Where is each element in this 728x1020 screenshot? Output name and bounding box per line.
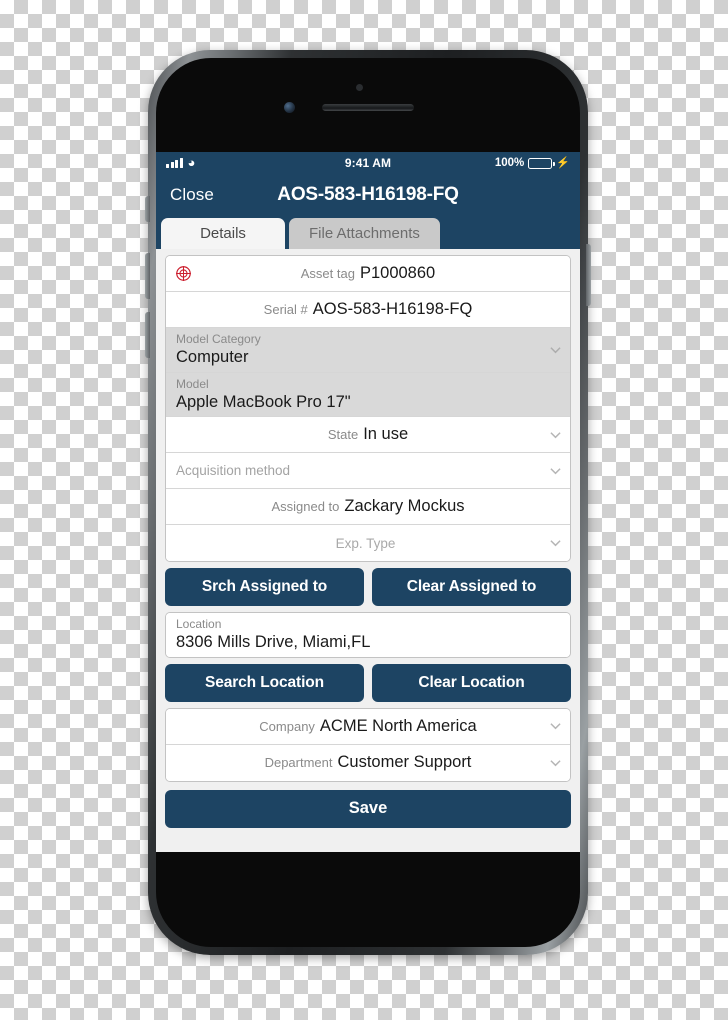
lightning-bolt-icon: ⚡ [556,156,570,169]
location-field-group: Location 8306 Mills Drive, Miami,FL [165,612,571,658]
department-label: Department [264,755,333,771]
battery-percent-label: 100% [494,157,525,169]
organization-field-group: Company ACME North America Department Cu… [165,707,571,782]
model-category-label: Model Category [176,332,261,346]
model-label: Model [176,376,209,391]
state-value: In use [363,425,409,444]
assigned-to-row[interactable]: Assigned to Zackary Mockus [166,489,570,526]
company-value: ACME North America [319,716,477,735]
close-button[interactable]: Close [170,185,214,205]
tab-details[interactable]: Details [161,218,285,249]
volume-down-button[interactable] [145,312,150,358]
asset-tag-row[interactable]: Asset tag P1000860 [166,256,570,292]
assigned-to-value: Zackary Mockus [344,497,465,516]
serial-value: AOS-583-H16198-FQ [312,300,473,318]
model-category-row[interactable]: Model Category Computer [166,328,570,373]
tab-file-attachments[interactable]: File Attachments [289,218,440,249]
serial-label: Serial # [263,302,308,317]
company-row[interactable]: Company ACME North America [166,708,570,745]
state-label: State [327,427,359,443]
mute-switch-button[interactable] [145,196,150,222]
search-location-button[interactable]: Search Location [165,663,364,702]
phone-device-frame: ◕ 9:41 AM 100% ⚡ Close AOS-583-H16198-FQ… [145,50,591,955]
assigned-to-label: Assigned to [271,499,340,515]
exp-type-row[interactable]: Exp. Type [166,525,570,562]
model-category-value: Computer [176,348,249,366]
front-camera-icon [284,102,295,113]
clear-location-button[interactable]: Clear Location [372,663,571,702]
app-screen: ◕ 9:41 AM 100% ⚡ Close AOS-583-H16198-FQ… [156,152,580,852]
earpiece-speaker-icon [322,104,414,111]
serial-row[interactable]: Serial # AOS-583-H16198-FQ [166,292,570,328]
company-label: Company [259,718,315,734]
location-row[interactable]: Location 8306 Mills Drive, Miami,FL [166,613,570,657]
chevron-down-icon [550,539,561,547]
clear-assigned-to-button[interactable]: Clear Assigned to [372,568,571,607]
navigation-bar: Close AOS-583-H16198-FQ [156,174,580,216]
acquisition-method-row[interactable]: Acquisition method [166,453,570,490]
barcode-scan-target-icon[interactable] [175,265,192,282]
model-row[interactable]: Model Apple MacBook Pro 17" [166,372,570,418]
department-value: Customer Support [337,753,472,772]
phone-screen-bezel: ◕ 9:41 AM 100% ⚡ Close AOS-583-H16198-FQ… [156,58,580,947]
save-button[interactable]: Save [165,789,571,828]
asset-tag-value: P1000860 [359,264,436,282]
asset-fields-group: Asset tag P1000860 Serial # AOS-583-H161… [165,255,571,563]
chevron-down-icon [550,431,561,439]
power-button[interactable] [586,244,591,306]
page-title: AOS-583-H16198-FQ [277,184,459,205]
state-row[interactable]: State In use [166,417,570,454]
proximity-sensor-icon [356,84,363,91]
search-assigned-to-button[interactable]: Srch Assigned to [165,568,364,607]
asset-tag-label: Asset tag [300,266,355,281]
status-bar-right: 100% ⚡ [495,157,570,169]
tab-bar: Details File Attachments [156,216,580,249]
chevron-down-icon [550,346,561,354]
department-row[interactable]: Department Customer Support [166,744,570,781]
location-label: Location [176,617,222,632]
location-button-row: Search Location Clear Location [165,663,571,702]
acquisition-method-label: Acquisition method [176,463,291,479]
details-form: Asset tag P1000860 Serial # AOS-583-H161… [156,249,580,852]
exp-type-label: Exp. Type [335,535,396,551]
volume-up-button[interactable] [145,253,150,299]
chevron-down-icon [550,722,561,730]
chevron-down-icon [550,759,561,767]
assigned-to-button-row: Srch Assigned to Clear Assigned to [165,568,571,607]
battery-icon [528,157,555,169]
status-bar: ◕ 9:41 AM 100% ⚡ [156,152,580,174]
location-value: 8306 Mills Drive, Miami,FL [176,633,371,652]
model-value: Apple MacBook Pro 17" [176,392,351,411]
chevron-down-icon [550,467,561,475]
